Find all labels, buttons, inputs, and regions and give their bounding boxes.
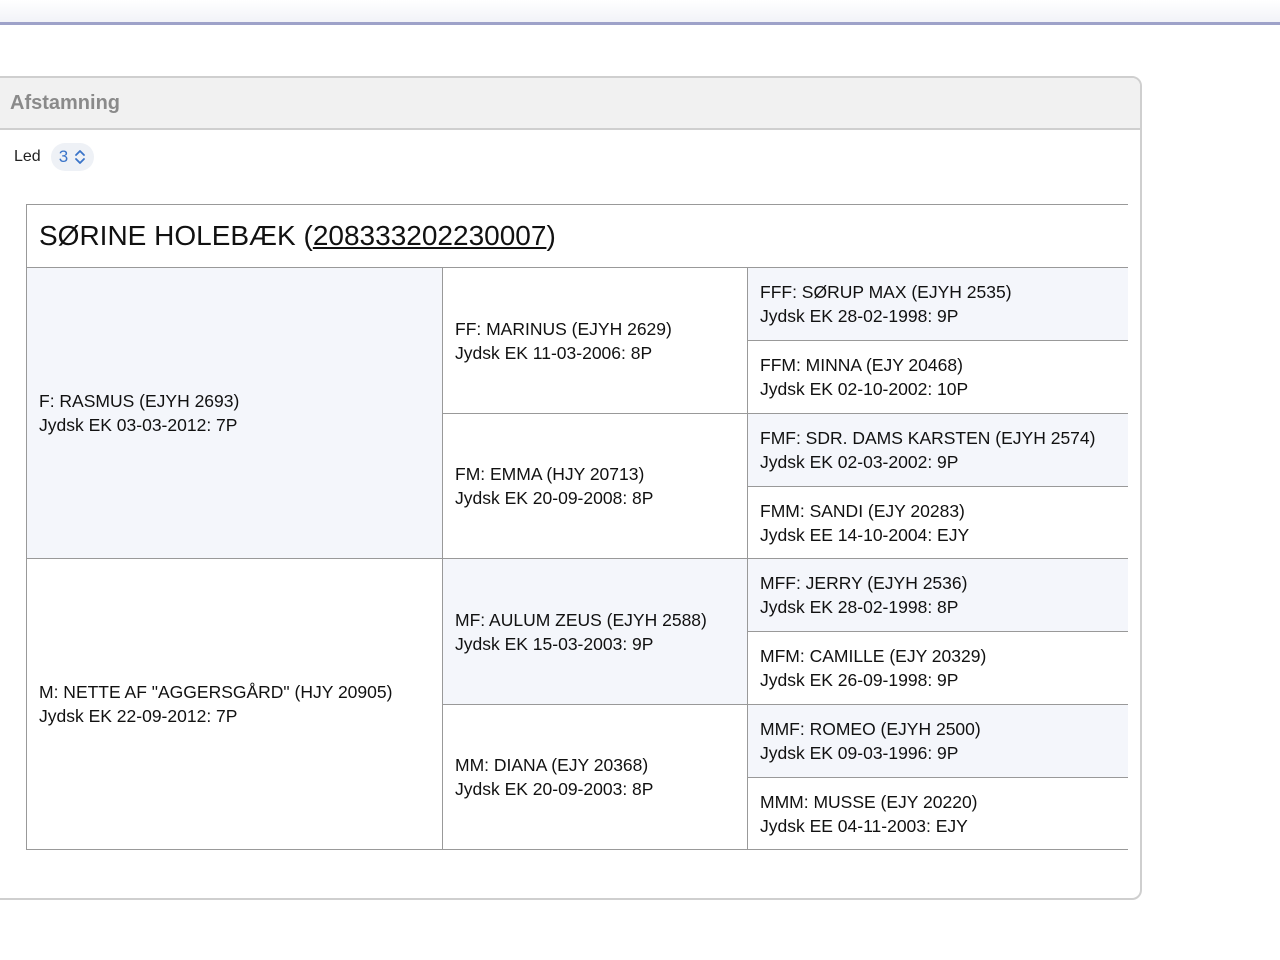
ancestor-cell-FMM: FMM: SANDI (EJY 20283) Jydsk EE 14-10-20… [747, 487, 1128, 559]
ancestor-cell-MF: MF: AULUM ZEUS (EJYH 2588) Jydsk EK 15-0… [442, 559, 747, 705]
ancestor-cell-F: F: RASMUS (EJYH 2693) Jydsk EK 03-03-201… [26, 268, 442, 559]
animal-regno-link[interactable]: 208333202230007 [313, 220, 547, 252]
ancestor-rating: Jydsk EK 26-09-1998: 9P [760, 670, 959, 690]
ancestor-rating: Jydsk EK 09-03-1996: 9P [760, 743, 959, 763]
ancestor-cell-MFM: MFM: CAMILLE (EJY 20329) Jydsk EK 26-09-… [747, 632, 1128, 705]
ancestor-cell-FFF: FFF: SØRUP MAX (EJYH 2535) Jydsk EK 28-0… [747, 268, 1128, 341]
ancestor-rating: Jydsk EK 20-09-2008: 8P [455, 488, 654, 508]
ancestor-name: MF: AULUM ZEUS (EJYH 2588) [455, 609, 707, 630]
ancestor-cell-MM: MM: DIANA (EJY 20368) Jydsk EK 20-09-200… [442, 705, 747, 850]
ancestor-cell-M: M: NETTE AF "AGGERSGÅRD" (HJY 20905) Jyd… [26, 559, 442, 850]
ancestor-rating: Jydsk EK 28-02-1998: 9P [760, 306, 959, 326]
panel-title: Afstamning [10, 91, 120, 114]
ancestor-name: FMM: SANDI (EJY 20283) [760, 500, 965, 521]
ancestor-name: MMF: ROMEO (EJYH 2500) [760, 719, 981, 739]
ancestor-name: FM: EMMA (HJY 20713) [455, 464, 645, 484]
ancestor-name: FMF: SDR. DAMS KARSTEN (EJYH 2574) [760, 428, 1096, 448]
ancestor-cell-FF: FF: MARINUS (EJYH 2629) Jydsk EK 11-03-2… [442, 268, 747, 414]
ancestor-cell-FMF: FMF: SDR. DAMS KARSTEN (EJYH 2574) Jydsk… [747, 414, 1128, 487]
ancestor-name: MM: DIANA (EJY 20368) [455, 755, 649, 775]
pedigree-title: SØRINE HOLEBÆK (208333202230007) [26, 204, 1128, 268]
panel-header: Afstamning [0, 78, 1140, 130]
ancestor-rating: Jydsk EK 02-10-2002: 10P [760, 379, 969, 399]
ancestor-rating: Jydsk EE 14-10-2004: EJY [760, 524, 970, 545]
ancestor-rating: Jydsk EK 02-03-2002: 9P [760, 452, 959, 472]
ancestor-name: M: NETTE AF "AGGERSGÅRD" (HJY 20905) [39, 682, 393, 702]
ancestor-rating: Jydsk EK 28-02-1998: 8P [760, 597, 959, 617]
generation-select-value: 3 [58, 147, 69, 166]
ancestor-rating: Jydsk EE 04-11-2003: EJY [760, 815, 968, 836]
ancestor-cell-FM: FM: EMMA (HJY 20713) Jydsk EK 20-09-2008… [442, 414, 747, 559]
ancestor-rating: Jydsk EK 20-09-2003: 8P [455, 779, 654, 799]
ancestor-cell-MMF: MMF: ROMEO (EJYH 2500) Jydsk EK 09-03-19… [747, 705, 1128, 778]
ancestor-cell-MFF: MFF: JERRY (EJYH 2536) Jydsk EK 28-02-19… [747, 559, 1128, 632]
top-bar [0, 0, 1280, 25]
ancestor-name: MMM: MUSSE (EJY 20220) [760, 791, 978, 812]
ancestor-name: MFM: CAMILLE (EJY 20329) [760, 646, 987, 666]
ancestor-rating: Jydsk EK 11-03-2006: 8P [455, 342, 653, 363]
ancestor-cell-FFM: FFM: MINNA (EJY 20468) Jydsk EK 02-10-20… [747, 341, 1128, 414]
ancestor-cell-MMM: MMM: MUSSE (EJY 20220) Jydsk EE 04-11-20… [747, 778, 1128, 850]
animal-name: SØRINE HOLEBÆK [39, 220, 296, 251]
ancestor-name: FFM: MINNA (EJY 20468) [760, 355, 963, 375]
pedigree-table: SØRINE HOLEBÆK (208333202230007) F: RASM… [26, 204, 1128, 850]
pedigree-panel: Afstamning Led 3 SØRINE HOLEBÆK (2083332… [0, 76, 1142, 900]
ancestor-name: MFF: JERRY (EJYH 2536) [760, 573, 968, 593]
ancestor-rating: Jydsk EK 22-09-2012: 7P [39, 706, 238, 726]
generation-select[interactable]: 3 [50, 143, 95, 171]
ancestor-name: F: RASMUS (EJYH 2693) [39, 391, 240, 411]
chevron-up-down-icon [75, 150, 86, 164]
ancestor-rating: Jydsk EK 03-03-2012: 7P [39, 415, 238, 435]
generation-controls: Led 3 [14, 142, 95, 172]
ancestor-name: FFF: SØRUP MAX (EJYH 2535) [760, 282, 1012, 302]
ancestor-rating: Jydsk EK 15-03-2003: 9P [455, 633, 654, 654]
led-label: Led [14, 148, 41, 165]
ancestor-name: FF: MARINUS (EJYH 2629) [455, 318, 672, 339]
